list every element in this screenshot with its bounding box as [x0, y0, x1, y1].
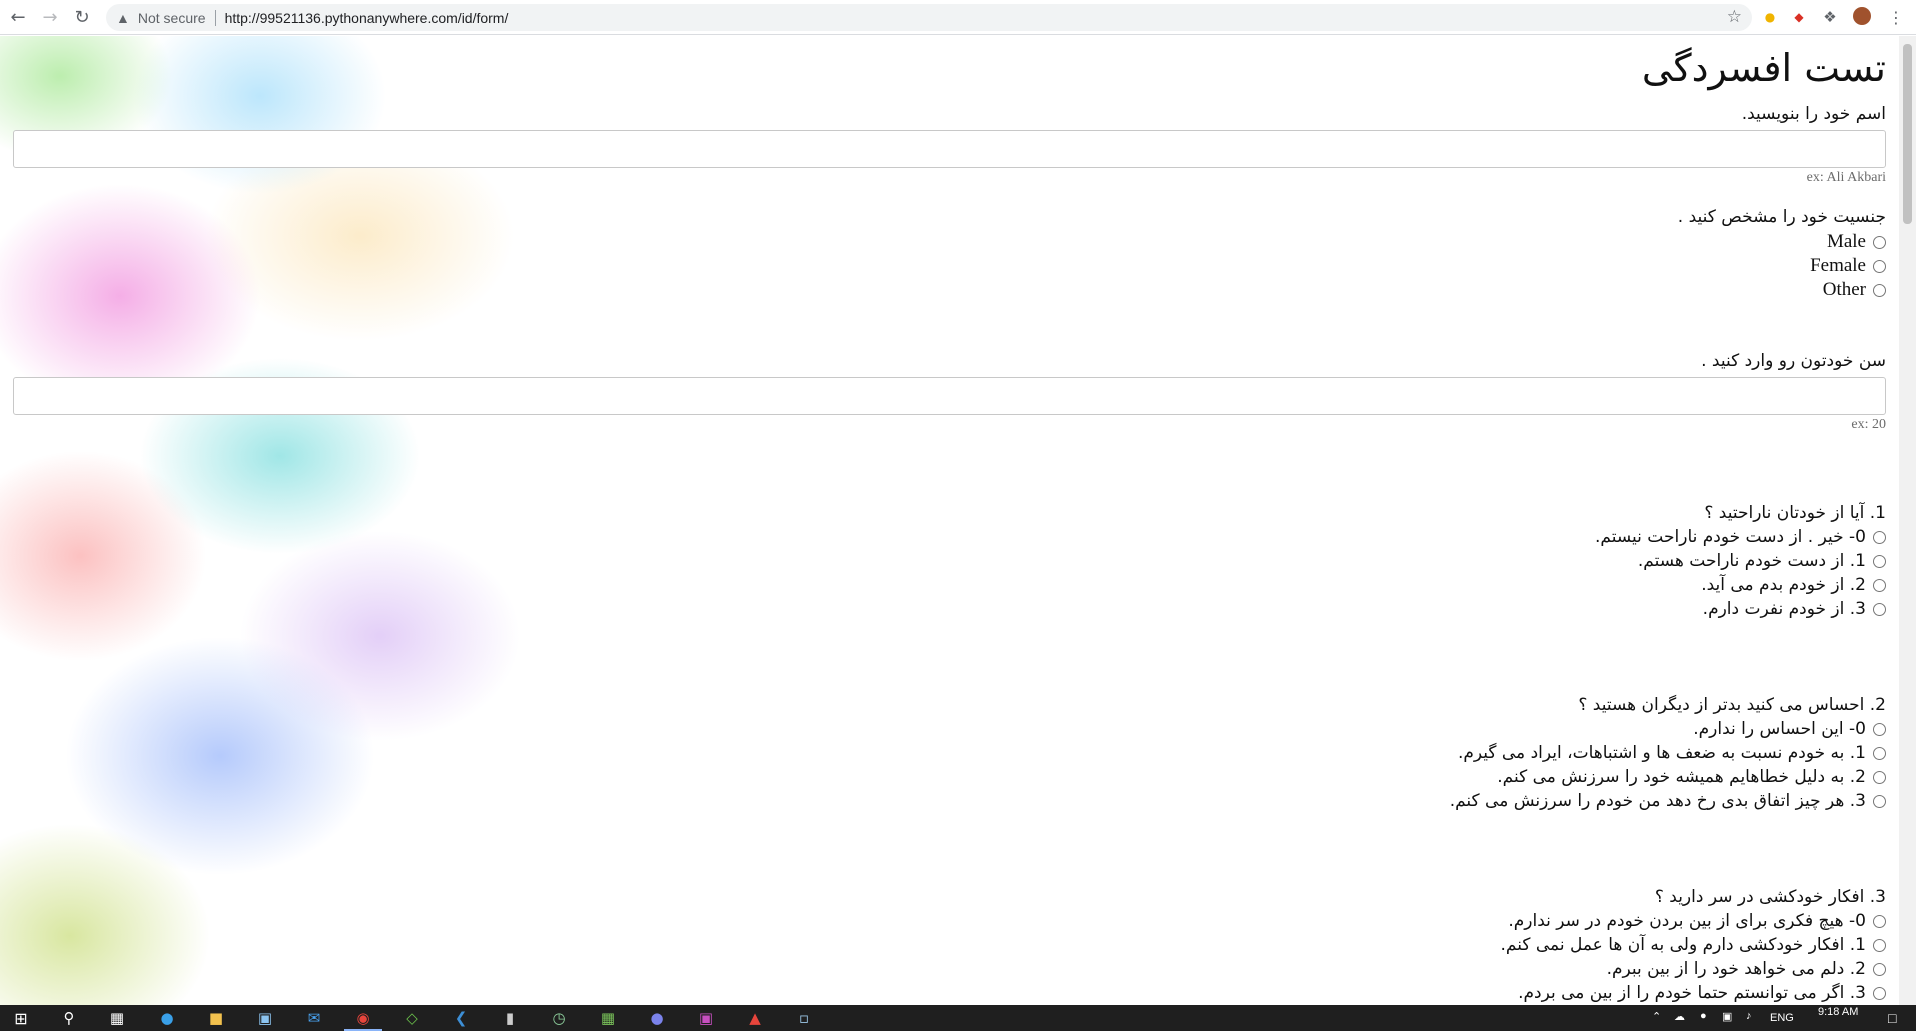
edge-icon[interactable]: ●: [156, 1007, 178, 1029]
notifications-icon[interactable]: □: [1888, 1010, 1896, 1026]
browser-toolbar: ← → ↻ ▲ Not secure http://99521136.pytho…: [0, 0, 1916, 35]
radio-button[interactable]: [1873, 602, 1886, 616]
security-label: Not secure: [137, 9, 206, 26]
answer-option[interactable]: 1. به خودم نسبت به ضعف ها و اشتباهات، ای…: [1458, 743, 1886, 763]
gender-option[interactable]: Other: [1823, 279, 1886, 301]
mail-icon[interactable]: ✉: [303, 1007, 325, 1029]
answer-option[interactable]: 3. از خودم نفرت دارم.: [1703, 599, 1886, 619]
radio-button[interactable]: [1873, 235, 1886, 249]
page-content: تست افسردگی اسم خود را بنویسید. ex: Ali …: [0, 36, 1916, 1005]
volume-icon[interactable]: ♪: [1746, 1010, 1752, 1022]
language-indicator[interactable]: ENG: [1770, 1012, 1794, 1024]
name-input[interactable]: [13, 130, 1886, 168]
url-text[interactable]: http://99521136.pythonanywhere.com/id/fo…: [225, 10, 509, 26]
address-bar[interactable]: ▲ Not secure http://99521136.pythonanywh…: [106, 4, 1752, 31]
shield-extension-icon[interactable]: ◆: [1789, 7, 1809, 27]
age-label: سن خودتون رو وارد کنید .: [1701, 351, 1886, 371]
radio-button[interactable]: [1873, 938, 1886, 952]
name-label: اسم خود را بنویسید.: [1741, 104, 1886, 124]
radio-button[interactable]: [1873, 770, 1886, 784]
clock-time[interactable]: 9:18 AM: [1818, 1006, 1858, 1018]
page-title: تست افسردگی: [1641, 46, 1886, 90]
answer-option[interactable]: 2. دلم می خواهد خود را از بین ببرم.: [1607, 959, 1886, 979]
scrollbar-thumb[interactable]: [1903, 44, 1912, 224]
network-icon[interactable]: ▣: [1722, 1010, 1732, 1023]
question-2-text: 2. احساس می کنید بدتر از دیگران هستید ؟: [1578, 695, 1886, 715]
extensions-puzzle-icon[interactable]: ❖: [1820, 7, 1840, 27]
radio-button[interactable]: [1873, 578, 1886, 592]
name-hint: ex: Ali Akbari: [1806, 170, 1886, 185]
radio-button[interactable]: [1873, 746, 1886, 760]
radio-button[interactable]: [1873, 554, 1886, 568]
menu-kebab-icon[interactable]: ⋮: [1886, 7, 1906, 27]
radio-button[interactable]: [1873, 259, 1886, 273]
radio-button[interactable]: [1873, 962, 1886, 976]
answer-option[interactable]: 3. اگر می توانستم حتما خودم را از بین می…: [1518, 983, 1886, 1003]
answer-option[interactable]: 3. هر چیز اتفاق بدی رخ دهد من خودم را سر…: [1450, 791, 1886, 811]
warning-icon: ▲: [116, 9, 130, 26]
chat-app-icon[interactable]: ▣: [695, 1007, 717, 1029]
translate-extension-icon[interactable]: ●: [1760, 7, 1780, 27]
profile-avatar[interactable]: [1853, 7, 1871, 25]
radio-button[interactable]: [1873, 914, 1886, 928]
reload-icon[interactable]: ↻: [68, 3, 96, 31]
gender-option[interactable]: Male: [1827, 231, 1886, 253]
search-icon[interactable]: ⚲: [58, 1007, 80, 1029]
age-input[interactable]: [13, 377, 1886, 415]
answer-option[interactable]: 2. از خودم بدم می آید.: [1701, 575, 1886, 595]
android-app-icon[interactable]: ▦: [597, 1007, 619, 1029]
snake-app-icon[interactable]: ◇: [401, 1007, 423, 1029]
notes-app-icon[interactable]: ▫: [793, 1007, 815, 1029]
age-hint: ex: 20: [1851, 417, 1886, 432]
question-1-text: 1. آیا از خودتان ناراحتید ؟: [1704, 503, 1886, 523]
pdf-reader-icon[interactable]: ▲: [744, 1007, 766, 1029]
vscode-icon[interactable]: ❮: [450, 1007, 472, 1029]
divider: [214, 9, 216, 26]
answer-option[interactable]: 0- این احساس را ندارم.: [1693, 719, 1886, 739]
radio-button[interactable]: [1873, 283, 1886, 297]
answer-option[interactable]: 0- خیر . از دست خودم ناراحت نیستم.: [1595, 527, 1886, 547]
tray-chevron-icon[interactable]: ⌃: [1652, 1010, 1661, 1023]
gender-option[interactable]: Female: [1810, 255, 1886, 277]
task-view-icon[interactable]: ▦: [106, 1007, 128, 1029]
question-3-text: 3. افکار خودکشی در سر دارید ؟: [1654, 887, 1886, 907]
windows-start-icon[interactable]: ⊞: [10, 1007, 32, 1029]
store-icon[interactable]: ▣: [254, 1007, 276, 1029]
gender-label: جنسیت خود را مشخص کنید .: [1677, 207, 1886, 227]
file-explorer-icon[interactable]: ■: [205, 1007, 227, 1029]
page-scrollbar[interactable]: [1899, 36, 1916, 1005]
bookmark-star-icon[interactable]: ☆: [1727, 7, 1742, 27]
chrome-icon[interactable]: ◉: [352, 1007, 374, 1029]
radio-button[interactable]: [1873, 530, 1886, 544]
radio-button[interactable]: [1873, 722, 1886, 736]
microphone-icon[interactable]: ●: [1700, 1010, 1707, 1022]
answer-option[interactable]: 2. به دلیل خطاهایم همیشه خود را سرزنش می…: [1497, 767, 1886, 787]
clock-app-icon[interactable]: ◷: [548, 1007, 570, 1029]
answer-option[interactable]: 0- هیچ فکری برای از بین بردن خودم در سر …: [1508, 911, 1886, 931]
teams-icon[interactable]: ●: [646, 1007, 668, 1029]
terminal-icon[interactable]: ▮: [499, 1007, 521, 1029]
radio-button[interactable]: [1873, 794, 1886, 808]
radio-button[interactable]: [1873, 986, 1886, 1000]
forward-icon[interactable]: →: [36, 3, 64, 31]
answer-option[interactable]: 1. افکار خودکشی دارم ولی به آن ها عمل نم…: [1501, 935, 1886, 955]
onedrive-icon[interactable]: ☁: [1674, 1010, 1685, 1023]
back-icon[interactable]: ←: [4, 3, 32, 31]
taskbar: ⊞ ⚲ ▦ ● ■ ▣ ✉ ◉ ◇ ❮ ▮ ◷ ▦ ● ▣ ▲ ▫ ⌃ ☁ ● …: [0, 1005, 1916, 1031]
answer-option[interactable]: 1. از دست خودم ناراحت هستم.: [1638, 551, 1886, 571]
